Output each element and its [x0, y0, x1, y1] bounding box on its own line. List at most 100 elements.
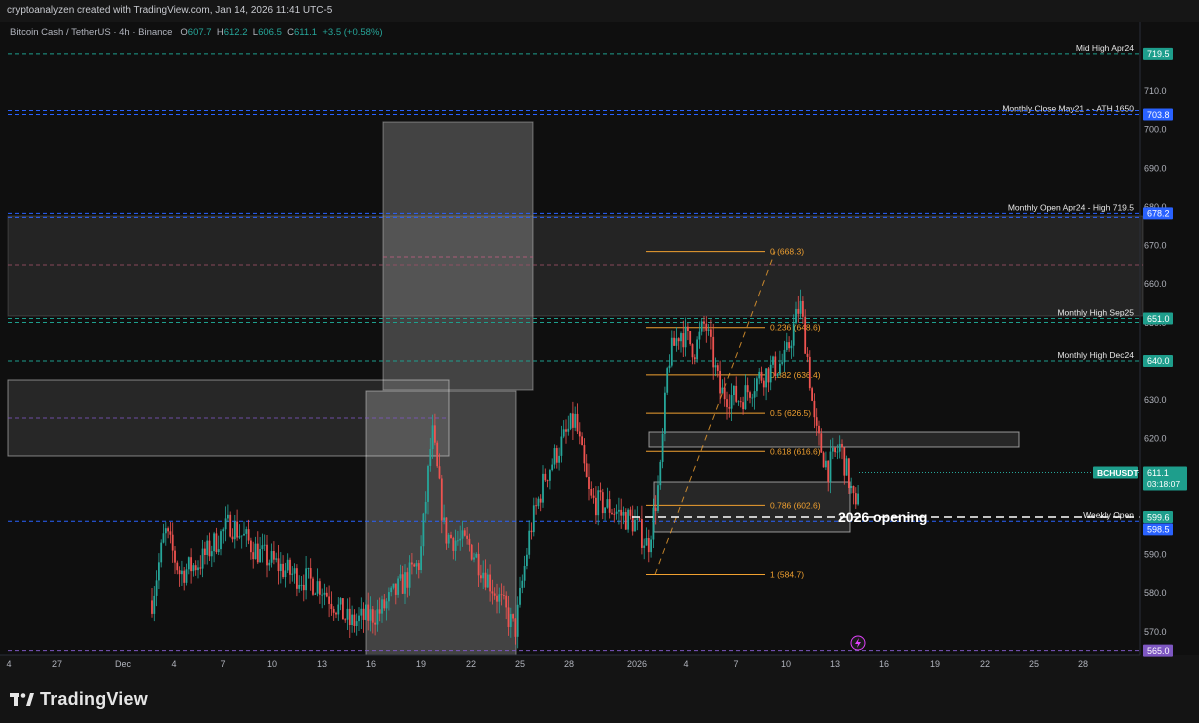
candle-body — [730, 395, 733, 409]
candle-body — [691, 344, 694, 358]
candle-body — [268, 562, 271, 566]
price-badge-value: 640.0 — [1147, 356, 1170, 366]
candle-body — [590, 488, 593, 496]
candle-body — [749, 392, 751, 398]
x-tick-label: 25 — [515, 659, 525, 669]
candle-body — [155, 580, 158, 596]
candle-body — [266, 544, 268, 566]
candle-body — [206, 540, 209, 556]
candle-body — [788, 342, 790, 349]
candle-body — [528, 530, 531, 555]
candle-body — [507, 607, 510, 628]
candle-body — [684, 326, 687, 348]
candle-body — [813, 400, 816, 418]
candle-body — [700, 321, 703, 332]
candle-body — [829, 451, 832, 483]
candle-body — [815, 417, 818, 426]
candle-body — [466, 535, 468, 539]
candle-body — [452, 538, 455, 551]
candle-body — [664, 392, 666, 434]
candle-body — [698, 331, 701, 340]
candle-body — [355, 621, 358, 626]
candle-body — [627, 509, 629, 530]
candle-body — [204, 548, 206, 556]
candle-body — [351, 614, 353, 626]
x-tick-label: 28 — [1078, 659, 1088, 669]
candle-body — [742, 402, 744, 410]
candle-body — [353, 614, 356, 626]
candle-body — [238, 536, 241, 538]
candle-body — [526, 554, 528, 566]
candle-body — [305, 568, 307, 591]
price-badge-value: 678.2 — [1147, 209, 1170, 219]
candle-body — [804, 316, 807, 354]
low-value: 606.5 — [258, 27, 282, 38]
candle-body — [275, 558, 278, 560]
candle-body — [726, 399, 728, 408]
candle-body — [850, 486, 853, 488]
candle-body — [572, 413, 574, 428]
y-tick-label: 660.0 — [1144, 279, 1167, 289]
candle-body — [388, 592, 390, 602]
candle-body — [542, 473, 544, 503]
candle-body — [194, 565, 197, 571]
tradingview-logo[interactable]: TradingView — [10, 689, 148, 710]
candle-body — [530, 530, 533, 533]
y-tick-label: 630.0 — [1144, 395, 1167, 405]
candle-body — [845, 458, 848, 476]
price-badge-value: 598.5 — [1147, 525, 1170, 535]
symbol-name[interactable]: Bitcoin Cash / TetherUS · 4h · Binance — [10, 27, 172, 38]
candle-body — [491, 591, 494, 594]
candle-body — [569, 413, 572, 429]
y-tick-label: 570.0 — [1144, 627, 1167, 637]
candle-body — [489, 574, 491, 592]
candle-body — [445, 517, 448, 544]
candle-body — [480, 575, 482, 579]
candle-body — [475, 553, 478, 558]
candlestick-chart[interactable]: 570.0580.0590.0600.0610.0620.0630.0640.0… — [0, 0, 1199, 723]
candle-body — [857, 493, 859, 505]
candle-body — [167, 528, 169, 532]
candle-body — [806, 353, 809, 357]
candle-body — [291, 573, 294, 575]
x-tick-label: 2026 — [627, 659, 647, 669]
candle-body — [344, 619, 347, 621]
candle-body — [693, 357, 696, 360]
candle-body — [447, 534, 450, 544]
candle-body — [733, 385, 735, 396]
candle-body — [231, 536, 234, 540]
candle-body — [181, 570, 183, 575]
candle-body — [834, 447, 836, 453]
candle-body — [808, 356, 811, 389]
level-label: Monthly High Sep25 — [1057, 307, 1134, 317]
candle-body — [210, 551, 213, 557]
zone-box[interactable] — [653, 481, 851, 533]
candle-body — [162, 533, 165, 543]
candle-body — [443, 517, 445, 521]
candle-body — [463, 530, 466, 536]
candle-body — [404, 572, 406, 594]
candle-body — [438, 466, 441, 479]
candle-body — [781, 362, 784, 364]
candle-body — [153, 595, 156, 614]
zone-box[interactable] — [382, 121, 534, 391]
candle-body — [229, 514, 232, 537]
y-tick-label: 670.0 — [1144, 241, 1167, 251]
ticker-label: BCHUSDT — [1097, 468, 1139, 478]
x-tick-label: 27 — [52, 659, 62, 669]
brand-name: TradingView — [40, 689, 148, 709]
candle-body — [641, 519, 643, 548]
zone-box[interactable] — [648, 431, 1020, 448]
tradingview-logo-icon — [10, 692, 34, 706]
candle-body — [769, 364, 772, 383]
candle-body — [224, 518, 227, 530]
zone-box[interactable] — [365, 390, 517, 656]
candle-body — [827, 460, 830, 483]
x-tick-label: 22 — [466, 659, 476, 669]
candle-body — [247, 529, 250, 541]
candle-body — [286, 559, 289, 571]
candle-body — [371, 609, 374, 623]
zone-box[interactable] — [7, 215, 1144, 317]
x-tick-label: 7 — [733, 659, 738, 669]
candle-body — [293, 568, 296, 574]
